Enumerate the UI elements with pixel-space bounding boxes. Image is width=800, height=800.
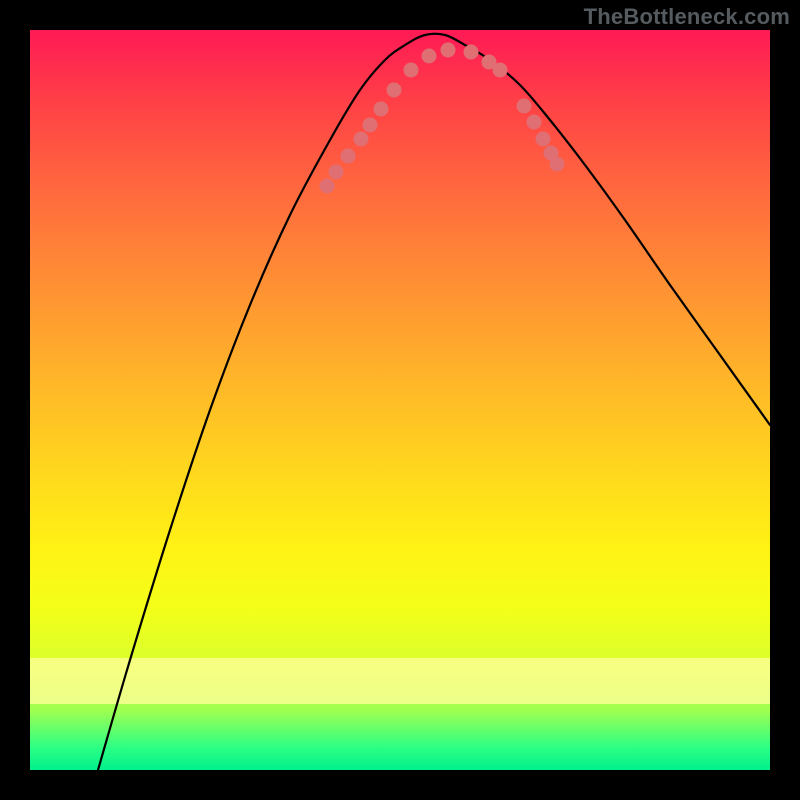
- chart-frame: TheBottleneck.com: [0, 0, 800, 800]
- watermark-text: TheBottleneck.com: [584, 4, 790, 30]
- scatter-dot: [550, 157, 565, 172]
- scatter-dot: [387, 83, 402, 98]
- plot-area: [30, 30, 770, 770]
- scatter-dot: [536, 132, 551, 147]
- scatter-dot: [404, 63, 419, 78]
- scatter-dot: [422, 49, 437, 64]
- scatter-dot: [464, 45, 479, 60]
- scatter-dot: [354, 132, 369, 147]
- bottleneck-curve: [98, 34, 770, 770]
- scatter-dot: [517, 99, 532, 114]
- scatter-dot: [320, 179, 335, 194]
- scatter-dot: [363, 118, 378, 133]
- scatter-dot: [374, 102, 389, 117]
- scatter-dot: [329, 165, 344, 180]
- scatter-dot: [493, 63, 508, 78]
- scatter-dot: [341, 149, 356, 164]
- chart-svg: [30, 30, 770, 770]
- scatter-dot: [527, 115, 542, 130]
- scatter-dot: [441, 43, 456, 58]
- scatter-dots: [320, 43, 565, 194]
